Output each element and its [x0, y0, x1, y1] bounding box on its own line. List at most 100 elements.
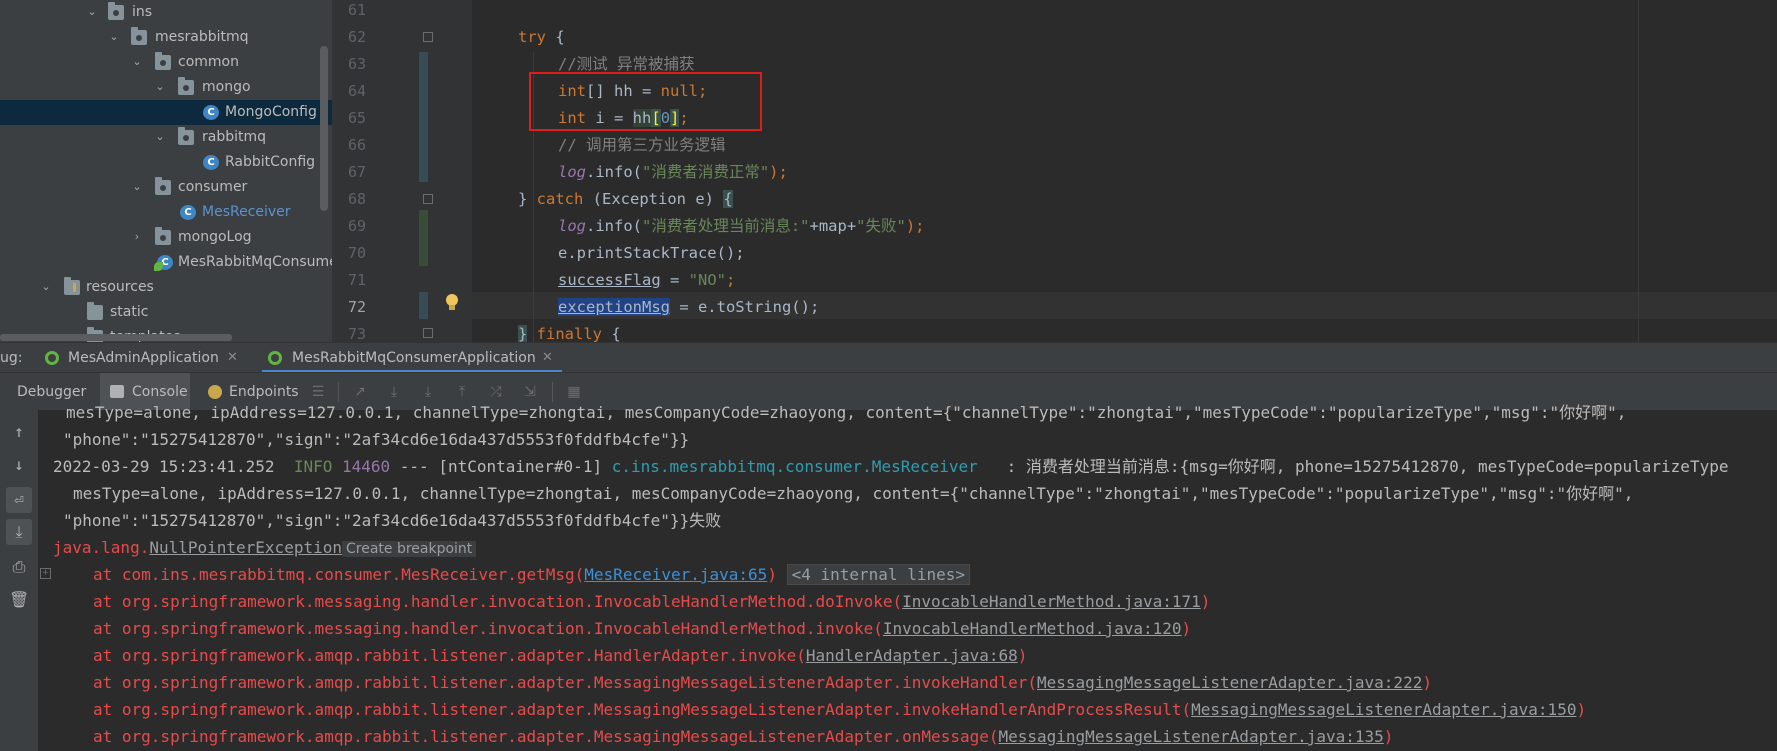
tree-item-mongoconfig[interactable]: C MongoConfig	[0, 100, 332, 125]
evaluate-expression-icon[interactable]: ▦	[566, 384, 582, 400]
tree-item-rabbitconfig[interactable]: C RabbitConfig	[0, 150, 332, 175]
step-over-icon[interactable]: ⤓	[386, 384, 402, 400]
tree-item-rabbitmq[interactable]: ⌄ rabbitmq	[0, 125, 332, 150]
vcs-added-marker[interactable]	[419, 210, 428, 266]
folder-icon	[87, 302, 103, 320]
chevron-down-icon[interactable]: ⌄	[131, 56, 143, 68]
print-icon[interactable]: ⎙	[9, 557, 29, 577]
stack-frame-link[interactable]: MesReceiver.java:65	[584, 565, 767, 584]
lightbulb-icon[interactable]	[445, 294, 459, 312]
chevron-right-icon[interactable]: ›	[131, 231, 143, 243]
close-icon[interactable]: ✕	[542, 343, 553, 373]
code-line-70[interactable]: e.printStackTrace();	[558, 240, 745, 267]
chevron-down-icon[interactable]: ⌄	[40, 281, 52, 293]
code-token: {	[602, 325, 621, 343]
code-line-72[interactable]: exceptionMsg = e.toString();	[558, 294, 819, 321]
stack-frame-link[interactable]: HandlerAdapter.java:68	[806, 646, 1018, 665]
chevron-down-icon[interactable]: ⌄	[154, 131, 166, 143]
step-out-icon[interactable]: ⤒	[454, 384, 470, 400]
code-line-69[interactable]: log.info("消费者处理当前消息:"+map+"失败");	[558, 213, 925, 240]
expand-icon[interactable]: +	[40, 568, 51, 579]
menu-icon[interactable]: ☰	[310, 384, 326, 400]
tree-item-ins[interactable]: ⌄ ins	[0, 0, 332, 25]
soft-wrap-icon[interactable]: ⏎	[6, 487, 32, 513]
fold-marker-icon[interactable]	[423, 194, 433, 204]
scroll-to-end-icon[interactable]: ⤓	[6, 519, 32, 545]
package-icon	[178, 127, 194, 145]
package-icon	[131, 27, 147, 45]
tree-item-label: static	[110, 304, 149, 320]
log-thread: --- [ntContainer#0-1]	[390, 457, 612, 476]
chevron-down-icon[interactable]: ⌄	[154, 81, 166, 93]
vcs-modified-marker[interactable]	[419, 292, 428, 319]
code-token: e.printStackTrace();	[558, 244, 745, 262]
code-string: "消费者处理当前消息:"	[642, 217, 810, 235]
tree-vertical-scrollbar[interactable]	[320, 46, 328, 211]
tab-label: MesRabbitMqConsumerApplication	[292, 350, 536, 366]
exception-link[interactable]: NullPointerException	[149, 538, 342, 557]
tree-item-static[interactable]: static	[0, 300, 332, 325]
tree-item-mongolog[interactable]: › mongoLog	[0, 225, 332, 250]
stack-frame-text: )	[1383, 727, 1394, 746]
tree-item-label: MongoConfig	[225, 104, 317, 120]
drop-frame-icon[interactable]: ⤮	[488, 384, 504, 400]
stack-frame-link[interactable]: MessagingMessageListenerAdapter.java:222	[1037, 673, 1422, 692]
tree-horizontal-scrollbar[interactable]	[0, 334, 232, 341]
trash-icon[interactable]: 🗑	[9, 590, 29, 610]
line-number: 68	[347, 190, 366, 208]
run-to-cursor-icon[interactable]: ⇲	[522, 384, 538, 400]
code-token: +map+	[809, 217, 857, 235]
tree-item-label: MesReceiver	[202, 204, 291, 220]
code-token: );	[905, 217, 925, 235]
code-token: );	[769, 163, 788, 181]
arrow-down-icon[interactable]: ↓	[9, 455, 29, 475]
stack-frame-text: )	[1181, 619, 1192, 638]
tab-mes-rabbitmq-consumer-application[interactable]: MesRabbitMqConsumerApplication ✕	[262, 343, 562, 373]
spring-boot-class-icon: C	[154, 255, 173, 271]
create-breakpoint-link[interactable]: Create breakpoint	[341, 541, 477, 557]
line-number: 61	[347, 1, 366, 19]
tree-item-consumer[interactable]: ⌄ consumer	[0, 175, 332, 200]
project-tree[interactable]: ⌄ ins ⌄ mesrabbitmq ⌄ common ⌄ mongo C M…	[0, 0, 332, 342]
log-logger: c.ins.mesrabbitmq.consumer.MesReceiver	[611, 457, 978, 476]
stack-frame-link[interactable]: InvocableHandlerMethod.java:171	[902, 592, 1201, 611]
class-icon: C	[203, 155, 219, 170]
log-timestamp: 2022-03-29 15:23:41.252	[53, 457, 294, 476]
arrow-up-icon[interactable]: ↑	[9, 422, 29, 442]
stack-frame-link[interactable]: MessagingMessageListenerAdapter.java:135	[998, 727, 1383, 746]
line-number: 71	[347, 271, 366, 289]
code-comment: // 调用第三方业务逻辑	[558, 136, 726, 154]
tab-mes-admin-application[interactable]: MesAdminApplication ✕	[42, 343, 242, 373]
internal-lines-folder[interactable]: <4 internal lines>	[786, 564, 970, 585]
stack-frame-link[interactable]: MessagingMessageListenerAdapter.java:150	[1191, 700, 1576, 719]
tree-item-label: MesRabbitMqConsumer	[178, 254, 332, 270]
tree-item-common[interactable]: ⌄ common	[0, 50, 332, 75]
close-icon[interactable]: ✕	[227, 343, 238, 373]
code-line-62[interactable]: try {	[518, 24, 565, 51]
stack-frame-link[interactable]: InvocableHandlerMethod.java:120	[883, 619, 1182, 638]
tree-item-mesrabbitmq[interactable]: ⌄ mesrabbitmq	[0, 25, 332, 50]
tree-item-mesreceiver[interactable]: C MesReceiver	[0, 200, 332, 225]
code-line-66[interactable]: // 调用第三方业务逻辑	[558, 132, 726, 159]
chevron-down-icon[interactable]: ⌄	[86, 6, 98, 18]
tree-item-resources[interactable]: ⌄ resources	[0, 275, 332, 300]
chevron-down-icon[interactable]: ⌄	[131, 181, 143, 193]
chevron-down-icon[interactable]: ⌄	[108, 31, 120, 43]
code-line-71[interactable]: successFlag = "NO";	[558, 267, 735, 294]
line-number: 63	[347, 55, 366, 73]
fold-marker-icon[interactable]	[423, 32, 433, 42]
code-line-68[interactable]: } catch (Exception e) {	[518, 186, 733, 213]
code-line-67[interactable]: log.info("消费者消费正常");	[558, 159, 788, 186]
step-into-icon[interactable]: ⤓	[420, 384, 436, 400]
fold-marker-icon[interactable]	[423, 328, 433, 338]
code-string: "NO"	[688, 271, 726, 289]
tree-item-label: common	[178, 54, 239, 70]
spring-run-icon	[268, 351, 282, 365]
endpoints-icon	[208, 385, 222, 399]
tree-item-mongo[interactable]: ⌄ mongo	[0, 75, 332, 100]
show-execution-point-icon[interactable]: ↗	[352, 384, 368, 400]
vcs-modified-marker[interactable]	[419, 52, 428, 182]
exception-line: java.lang.NullPointerException Create bre…	[53, 534, 477, 563]
resources-folder-icon	[64, 277, 80, 295]
tree-item-mesrabbitmqconsumer[interactable]: C MesRabbitMqConsumer	[0, 250, 332, 275]
